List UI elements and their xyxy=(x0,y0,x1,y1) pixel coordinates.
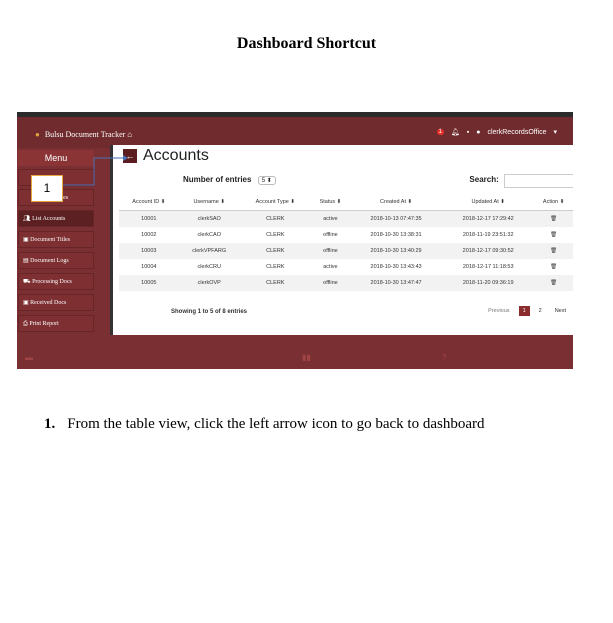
callout-arrow xyxy=(61,155,128,186)
col-account-type[interactable]: Account Type ⬍ xyxy=(239,194,311,211)
sidebar-item-received-docs[interactable]: ▣ Received Docs xyxy=(18,294,94,311)
entries-select[interactable]: 5 ⬍ xyxy=(257,176,276,185)
col-updated-at[interactable]: Updated At ⬍ xyxy=(442,194,535,211)
table-row: 10002 clerkCAO CLERK offline 2018-10-30 13:… xyxy=(119,227,573,243)
step-number: 1. xyxy=(44,416,56,432)
sidebar-item-print-report[interactable]: ⎙ Print Report xyxy=(18,315,94,332)
brand-name: Bulsu Document Tracker xyxy=(44,130,126,139)
table-info: Showing 1 to 5 of 8 entries xyxy=(171,309,248,315)
list-icon: ▤ xyxy=(23,258,29,264)
brand[interactable]: ● Bulsu Document Tracker ⌂ xyxy=(35,130,132,139)
user-icon: ● xyxy=(476,128,481,136)
col-username[interactable]: Username ⬍ xyxy=(178,194,240,211)
users-icon: 👥︎ xyxy=(23,216,31,222)
accounts-panel: ← Accounts Number of entries 5 ⬍ Search:… xyxy=(110,145,573,335)
step-callout: 1 xyxy=(31,175,63,202)
step-text: From the table view, click the left arro… xyxy=(67,416,485,432)
entries-label: Number of entries xyxy=(183,175,252,184)
doc-icon: ▣ xyxy=(23,300,29,306)
pagination-next[interactable]: Next xyxy=(551,306,570,316)
navbar-right: 1 🔔︎ ▪ ● clerkRecordsOffice ▾ xyxy=(436,128,557,136)
caret-down-icon: ▾ xyxy=(553,129,557,136)
sidebar-item-document-titles[interactable]: ▣ Document Titles xyxy=(18,231,94,248)
document-title: Dashboard Shortcut xyxy=(236,35,377,52)
trash-icon[interactable]: 🗑︎ xyxy=(534,243,573,259)
table-row: 10005 clerkOVP CLERK offline 2018-10-30 13:… xyxy=(119,275,573,291)
col-action[interactable]: Action ⬍ xyxy=(534,194,573,211)
pagination-page-1[interactable]: 1 xyxy=(518,306,530,316)
message-icon[interactable]: ▪ xyxy=(467,129,469,136)
trash-icon[interactable]: 🗑︎ xyxy=(534,275,573,291)
top-navbar: ● Bulsu Document Tracker ⌂ 1 🔔︎ ▪ ● cler… xyxy=(17,112,573,148)
sidebar-item-document-logs[interactable]: ▤ Document Logs xyxy=(18,252,94,269)
print-icon: ⎙ xyxy=(23,321,28,327)
doc-icon: ▣ xyxy=(23,237,29,243)
trash-icon[interactable]: 🗑︎ xyxy=(534,259,573,275)
sidebar-item-processing-docs[interactable]: ⛟ Processing Docs xyxy=(18,273,94,290)
search-control: Search: xyxy=(469,174,573,188)
search-label: Search: xyxy=(469,175,499,184)
search-input[interactable] xyxy=(504,174,573,188)
help-icon: ? xyxy=(442,353,447,362)
bottom-nav: ▬ ▮▮ ? xyxy=(17,348,573,369)
col-created-at[interactable]: Created At ⬍ xyxy=(350,194,443,211)
instruction-step: 1. From the table view, click the left ar… xyxy=(44,416,484,433)
page-title: Accounts xyxy=(143,147,209,164)
pagination: Previous 1 2 Next xyxy=(484,306,570,316)
trash-icon[interactable]: 🗑︎ xyxy=(534,210,573,227)
bell-icon[interactable]: 🔔︎ xyxy=(451,128,460,136)
table-row: 10003 clerkVPFARG CLERK offline 2018-10-30 … xyxy=(119,243,573,259)
app-screenshot: ● Bulsu Document Tracker ⌂ 1 🔔︎ ▪ ● cler… xyxy=(17,112,573,369)
accounts-table: Account ID ⬍ Username ⬍ Account Type ⬍ S… xyxy=(119,194,573,291)
user-menu[interactable]: clerkRecordsOffice xyxy=(487,129,546,136)
notification-badge: 1 xyxy=(436,129,444,135)
book-icon: ▮▮ xyxy=(302,353,311,362)
home-icon: ⌂ xyxy=(127,130,133,139)
table-row: 10001 clerkSAO CLERK active 2018-10-13 07:4… xyxy=(119,210,573,227)
truck-icon: ⛟ xyxy=(23,279,31,285)
trash-icon[interactable]: 🗑︎ xyxy=(534,227,573,243)
table-row: 10004 clerkCRU CLERK active 2018-10-30 13:4… xyxy=(119,259,573,275)
pagination-previous[interactable]: Previous xyxy=(484,306,513,316)
contact-icon: ▬ xyxy=(25,353,33,362)
col-status[interactable]: Status ⬍ xyxy=(310,194,351,211)
entries-control: Number of entries 5 ⬍ xyxy=(183,175,276,185)
pagination-page-2[interactable]: 2 xyxy=(535,306,546,316)
logo-icon: ● xyxy=(35,130,40,139)
